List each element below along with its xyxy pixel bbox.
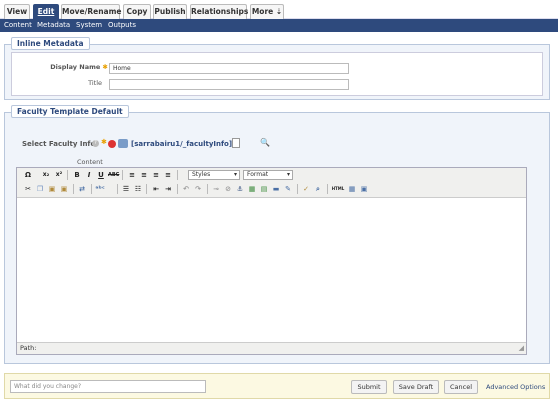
submit-bar: What did you change? Submit Save Draft C… [4,373,550,399]
chevron-down-icon: ▾ [233,171,237,178]
help-icon[interactable]: ? [92,140,99,147]
strikethrough-icon[interactable]: ABC [108,170,119,180]
sub-nav: Content Metadata System Outputs [0,19,558,32]
clear-icon[interactable] [108,140,116,148]
superscript-icon[interactable]: x² [54,170,64,180]
required-icon: ✱ [101,138,107,146]
inline-metadata-legend: Inline Metadata [11,37,90,50]
separator [297,184,298,194]
separator [146,184,147,194]
tab-edit[interactable]: Edit [33,4,59,19]
tab-view[interactable]: View [4,4,30,19]
separator [207,184,208,194]
horizontal-rule-icon[interactable]: ▬ [271,184,281,194]
select-faculty-label: Select Faculty Info [22,140,96,148]
undo-icon[interactable]: ↶ [181,184,191,194]
link-icon[interactable]: ⊸ [211,184,221,194]
change-comment-input[interactable]: What did you change? [10,380,206,393]
bullet-list-icon[interactable]: ☰ [121,184,131,194]
italic-icon[interactable]: I [84,170,94,180]
editor-content-area[interactable] [17,199,526,342]
cleanup-icon[interactable]: ✓ [301,184,311,194]
separator [67,170,68,180]
advanced-options-link[interactable]: Advanced Options [486,383,545,391]
separator [73,184,74,194]
subnav-system[interactable]: System [76,21,102,29]
outdent-icon[interactable]: ⇤ [151,184,161,194]
display-name-input[interactable]: Home [109,63,349,74]
edit-icon[interactable]: ✎ [283,184,293,194]
edit-page: View Edit Move/Rename Copy Publish Relat… [0,0,558,417]
title-input[interactable] [109,79,349,90]
inline-metadata-panel: Inline Metadata Display Name ✱ Home Titl… [4,37,550,100]
chevron-down-icon: ▾ [286,171,290,178]
paste-icon[interactable]: ▣ [47,184,57,194]
align-left-icon[interactable]: ≡ [127,170,137,180]
path-label: Path: [20,344,37,352]
separator [117,184,118,194]
tab-copy[interactable]: Copy [123,4,151,19]
preview-icon[interactable]: ⌕ [313,184,323,194]
find-replace-icon[interactable]: ⇄ [77,184,87,194]
tab-bar: View Edit Move/Rename Copy Publish Relat… [0,0,558,19]
image-icon[interactable]: ▦ [247,184,257,194]
table-icon[interactable]: ▦ [347,184,357,194]
numbered-list-icon[interactable]: ☷ [133,184,143,194]
spellcheck-icon[interactable]: ᵃᵇᶜ [95,184,105,194]
more-arrow-icon: ⇣ [275,7,283,16]
format-select[interactable]: Format ▾ [243,170,293,180]
separator [177,184,178,194]
styles-select[interactable]: Styles ▾ [188,170,240,180]
align-center-icon[interactable]: ≡ [139,170,149,180]
tab-more[interactable]: More ⇣ [250,4,284,19]
content-label: Content [77,158,103,166]
save-draft-button[interactable]: Save Draft [393,380,439,394]
align-right-icon[interactable]: ≡ [151,170,161,180]
subscript-icon[interactable]: x₂ [41,170,51,180]
display-name-label: Display Name ✱ [50,63,108,71]
separator [122,170,123,180]
wysiwyg-editor[interactable]: Ω x₂ x² B I U ABC ≡ ≡ ≡ ≡ Styles ▾ Format… [16,167,527,355]
omega-icon[interactable]: Ω [23,170,33,180]
subnav-content[interactable]: Content [4,21,32,29]
editor-toolbar: Ω x₂ x² B I U ABC ≡ ≡ ≡ ≡ Styles ▾ Format… [17,168,526,198]
inline-metadata-fields: Display Name ✱ Home Title [11,52,543,96]
title-label: Title [88,79,102,87]
subnav-metadata[interactable]: Metadata [37,21,70,29]
indent-icon[interactable]: ⇥ [163,184,173,194]
anchor-icon[interactable]: ⚓ [235,184,245,194]
tab-relationships[interactable]: Relationships [190,4,248,19]
editor-path-bar: Path: ◢ [17,342,526,354]
media-icon[interactable]: ▤ [259,184,269,194]
separator [327,184,328,194]
submit-button[interactable]: Submit [351,380,387,394]
separator [91,184,92,194]
cut-icon[interactable]: ✂ [23,184,33,194]
browse-icon[interactable] [232,138,240,148]
asset-icon [118,139,128,148]
paste-text-icon[interactable]: ▣ [59,184,69,194]
faculty-template-legend: Faculty Template Default [11,105,129,118]
required-icon: ✱ [102,63,108,71]
cancel-button[interactable]: Cancel [444,380,478,394]
asset-path-link[interactable]: [sarrabairu1/_facultyInfo] [131,140,232,148]
tab-move-rename[interactable]: Move/Rename [61,4,122,19]
fullscreen-icon[interactable]: ▣ [359,184,369,194]
unlink-icon[interactable]: ⊘ [223,184,233,194]
resize-handle-icon[interactable]: ◢ [519,343,524,354]
html-icon[interactable]: HTML [331,184,345,194]
bold-icon[interactable]: B [72,170,82,180]
copy-icon[interactable]: ❐ [35,184,45,194]
underline-icon[interactable]: U [96,170,106,180]
search-icon[interactable]: 🔍 [260,138,270,147]
tab-publish[interactable]: Publish [153,4,187,19]
align-justify-icon[interactable]: ≡ [163,170,173,180]
redo-icon[interactable]: ↷ [193,184,203,194]
subnav-outputs[interactable]: Outputs [108,21,136,29]
separator [177,170,178,180]
